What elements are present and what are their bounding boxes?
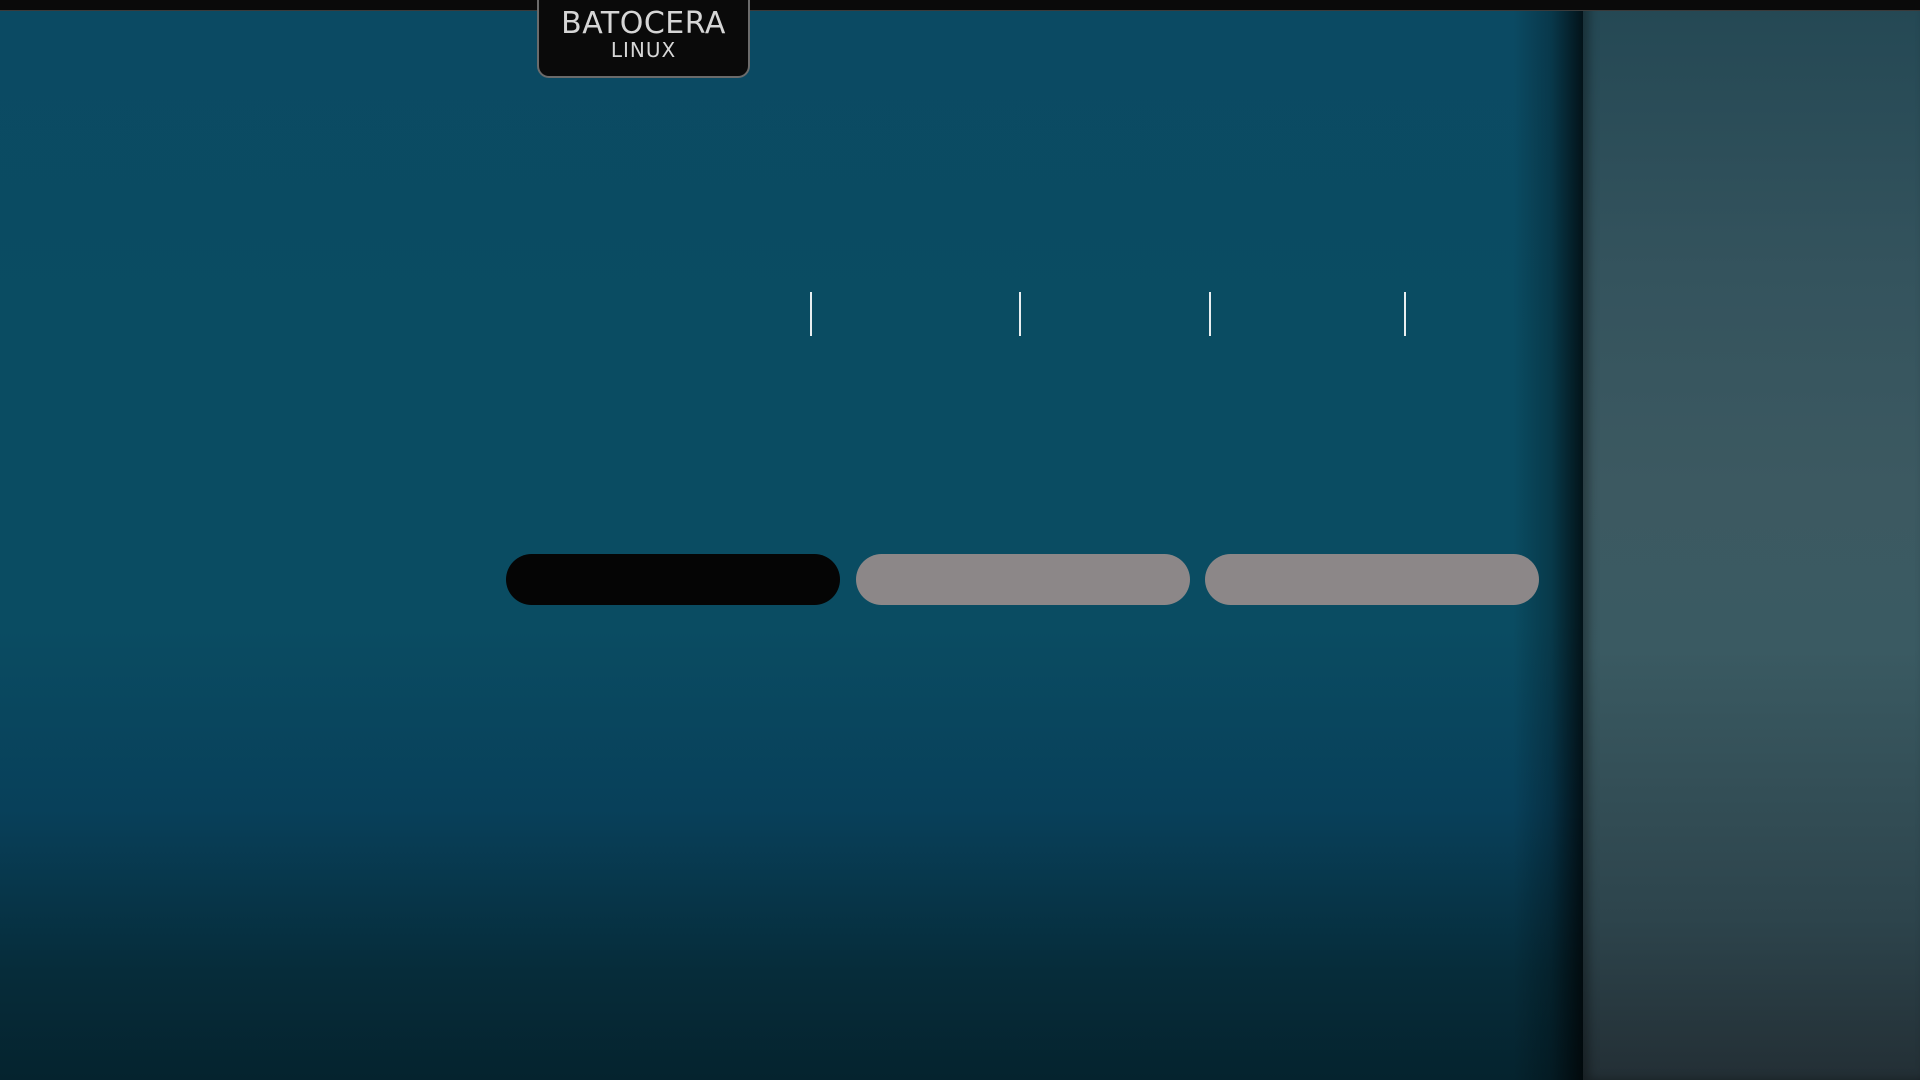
tab-separators [0,292,1583,336]
option-pill[interactable] [856,554,1190,605]
tab-separator [1404,292,1406,336]
tab-separator [1019,292,1021,336]
tab-separator [1209,292,1211,336]
side-panel [1583,0,1920,1080]
tab-separator [810,292,812,336]
batocera-logo: BATOCERA LINUX [537,0,750,78]
option-pill-selected[interactable] [506,554,840,605]
logo-main-text: BATOCERA [561,6,726,41]
logo-sub-text: LINUX [610,38,677,62]
top-bar [0,0,1920,11]
option-pill[interactable] [1205,554,1539,605]
screen: BATOCERA LINUX [0,0,1920,1080]
main-background [0,0,1583,1080]
